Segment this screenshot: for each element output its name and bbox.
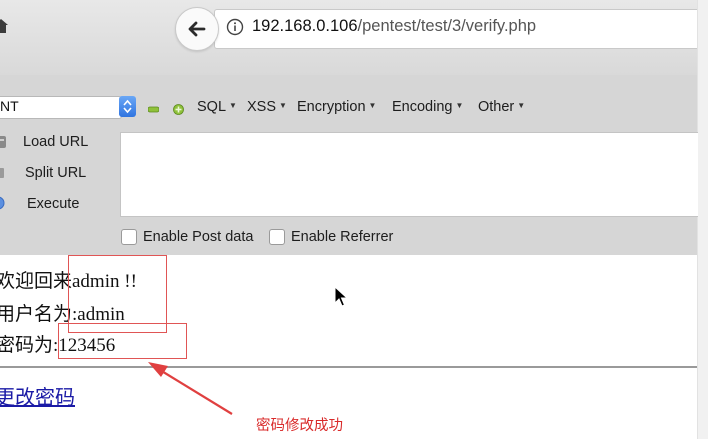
chevron-down-icon: ▼ [368, 101, 377, 110]
chevron-down-icon: ▼ [279, 101, 287, 110]
hackbar-url-textarea[interactable] [120, 132, 698, 217]
load-url-button[interactable]: Load URL [23, 134, 88, 150]
back-arrow-icon [188, 21, 206, 37]
execute-button[interactable]: Execute [27, 196, 79, 212]
highlight-box-username [68, 255, 167, 333]
url-text[interactable]: 192.168.0.106/pentest/test/3/verify.php [252, 17, 536, 36]
home-icon[interactable] [0, 18, 8, 34]
info-icon[interactable] [226, 18, 244, 36]
enable-post-label[interactable]: Enable Post data [143, 229, 253, 245]
mouse-cursor-icon [334, 285, 349, 313]
back-button[interactable] [175, 7, 219, 51]
encoding-select-value: NT [0, 98, 19, 114]
menu-sql[interactable]: SQL ▼ [197, 99, 237, 115]
load-url-icon [0, 134, 8, 150]
menu-encryption-label: Encryption [297, 99, 366, 115]
url-path: /pentest/test/3/verify.php [357, 17, 537, 35]
plus-icon[interactable] [173, 102, 184, 115]
split-url-button[interactable]: Split URL [25, 165, 86, 181]
menu-encoding-label: Encoding [392, 99, 453, 115]
menu-xss-label: XSS [247, 99, 277, 115]
content-divider [0, 366, 697, 368]
chevron-down-icon: ▼ [455, 101, 464, 110]
window-edge [697, 0, 708, 439]
highlight-box-password [58, 323, 187, 359]
menu-encoding[interactable]: Encoding ▼ [392, 99, 463, 115]
enable-post-checkbox[interactable] [121, 229, 137, 245]
menu-sql-label: SQL [197, 99, 227, 115]
execute-icon [0, 195, 6, 211]
enable-referrer-checkbox[interactable] [269, 229, 285, 245]
annotation-text: 密码修改成功 [256, 418, 343, 434]
chevron-down-icon: ▼ [517, 101, 526, 110]
chevron-down-icon: ▼ [229, 101, 237, 110]
menu-other[interactable]: Other ▼ [478, 99, 525, 115]
select-arrows-icon[interactable] [119, 96, 136, 117]
menu-encryption[interactable]: Encryption ▼ [297, 99, 376, 115]
enable-referrer-label[interactable]: Enable Referrer [291, 229, 393, 245]
change-password-link[interactable]: 更改密码 [0, 381, 75, 410]
url-host: 192.168.0.106 [252, 17, 358, 35]
minus-icon[interactable] [147, 102, 160, 113]
menu-other-label: Other [478, 99, 515, 115]
menu-xss[interactable]: XSS ▼ [247, 99, 287, 115]
split-url-icon [0, 165, 8, 181]
